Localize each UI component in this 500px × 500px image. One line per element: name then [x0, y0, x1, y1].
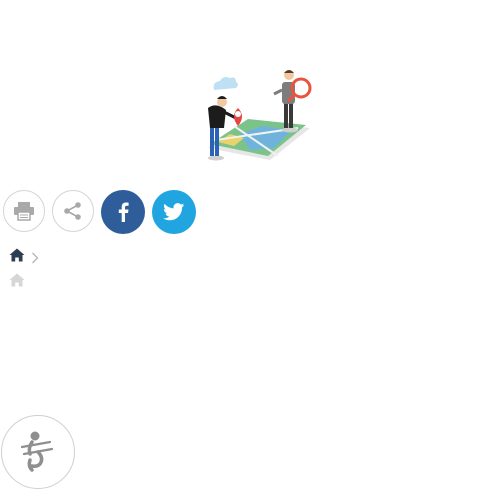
accessibility-figure-icon	[20, 431, 54, 472]
print-icon	[14, 202, 34, 221]
chevron-right-icon	[32, 252, 39, 263]
breadcrumb-home-link[interactable]	[9, 248, 25, 267]
facebook-icon	[118, 202, 129, 222]
share-icon	[64, 202, 81, 220]
accessibility-button[interactable]	[1, 415, 75, 489]
share-toolbar	[3, 190, 196, 234]
home-icon	[9, 273, 25, 287]
twitter-icon	[163, 203, 185, 221]
hero-illustration	[200, 64, 316, 166]
print-button[interactable]	[3, 190, 45, 232]
home-icon	[9, 248, 25, 262]
breadcrumb	[9, 248, 39, 267]
secondary-home-link[interactable]	[9, 273, 25, 292]
twitter-share-button[interactable]	[152, 190, 196, 234]
facebook-share-button[interactable]	[101, 190, 145, 234]
share-button[interactable]	[52, 190, 94, 232]
